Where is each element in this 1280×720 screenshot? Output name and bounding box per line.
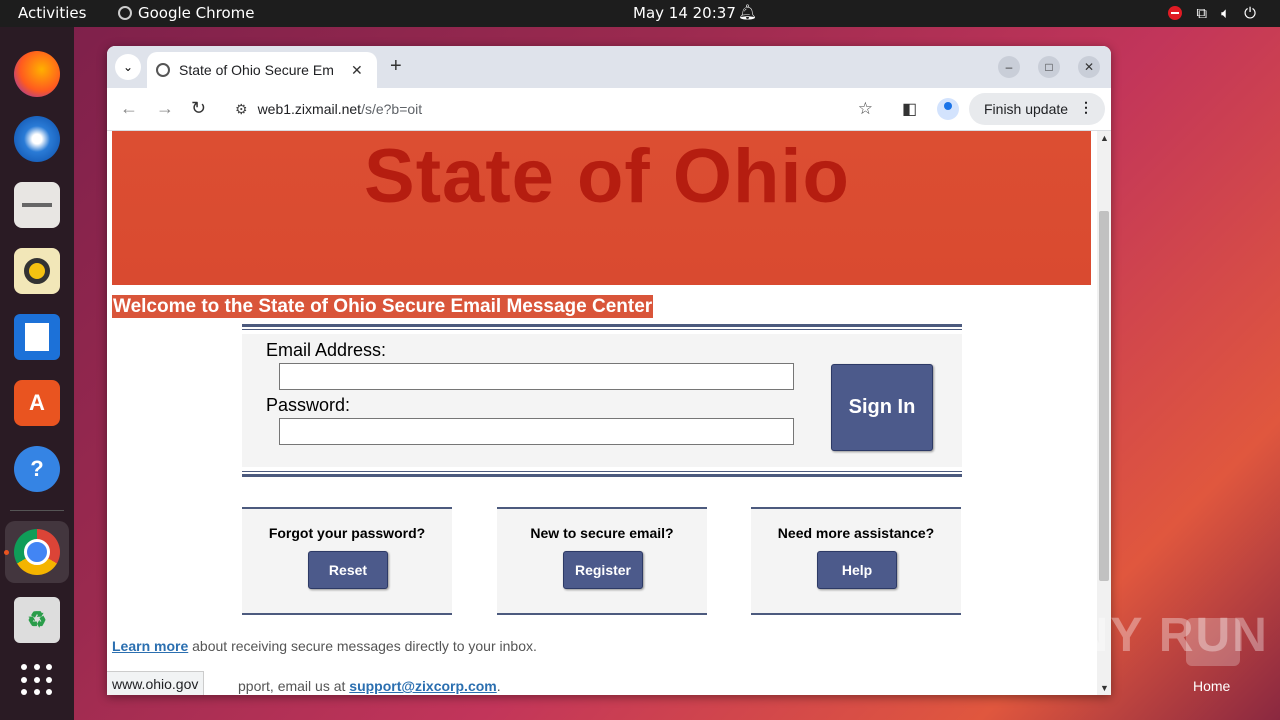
files-icon[interactable]	[14, 182, 60, 228]
help-button[interactable]: Help	[817, 551, 897, 589]
chrome-icon[interactable]	[14, 529, 60, 575]
dock-separator	[10, 510, 64, 511]
banner-title: State of Ohio	[364, 134, 850, 219]
sign-in-button[interactable]: Sign In	[831, 364, 933, 451]
scrollbar-thumb[interactable]	[1099, 211, 1109, 581]
back-button[interactable]: ←	[120, 98, 138, 119]
profile-avatar[interactable]	[937, 98, 959, 120]
power-icon: ⏻	[1244, 4, 1256, 22]
app-menu[interactable]: Google Chrome	[118, 4, 255, 22]
password-field[interactable]	[279, 418, 794, 445]
tab-search-button[interactable]: ⌄	[115, 54, 141, 80]
home-folder-label: Home	[1193, 678, 1231, 694]
firefox-icon[interactable]	[14, 51, 60, 97]
status-url-bubble: www.ohio.gov	[107, 671, 205, 695]
divider	[242, 324, 962, 327]
side-panel-icon[interactable]: ◧	[902, 99, 917, 119]
address-bar[interactable]: ⚙ web1.zixmail.net/s/e?b=oit ☆	[225, 93, 883, 125]
new-tab-button[interactable]: +	[390, 55, 402, 78]
running-indicator	[4, 550, 9, 555]
support-email-link[interactable]: support@zixcorp.com	[349, 678, 496, 694]
reload-button[interactable]: ↻	[191, 98, 206, 119]
password-label: Password:	[266, 395, 351, 415]
maximize-button[interactable]: □	[1038, 56, 1060, 78]
panel-question: Need more assistance?	[777, 525, 935, 541]
divider	[242, 471, 962, 472]
learn-more-link[interactable]: Learn more	[112, 638, 188, 654]
scroll-up-icon[interactable]: ▲	[1100, 133, 1109, 143]
tab-strip: ⌄ State of Ohio Secure Em ✕ + – □ ✕	[107, 46, 1111, 88]
login-form: Email Address: Password: Sign In	[242, 324, 962, 478]
tab-active[interactable]: State of Ohio Secure Em ✕	[147, 52, 377, 88]
tab-title: State of Ohio Secure Em	[179, 62, 334, 78]
clock[interactable]: May 14 20:37	[633, 4, 736, 22]
forward-button[interactable]: →	[156, 98, 174, 119]
thunderbird-icon[interactable]	[14, 116, 60, 162]
learn-more-description: about receiving secure messages directly…	[188, 638, 537, 654]
scroll-down-icon[interactable]: ▼	[1100, 683, 1109, 693]
app-center-icon[interactable]: A	[14, 380, 60, 426]
network-icon: ⧉	[1196, 4, 1208, 22]
top-bar: Activities Google Chrome May 14 20:37 🔔︎…	[0, 0, 1280, 27]
learn-more-text: Learn more about receiving secure messag…	[112, 638, 537, 654]
rhythmbox-icon[interactable]	[14, 248, 60, 294]
site-globe-icon	[156, 63, 170, 77]
app-name: Google Chrome	[138, 4, 255, 22]
libreoffice-writer-icon[interactable]	[14, 314, 60, 360]
email-field[interactable]	[279, 363, 794, 390]
register-button[interactable]: Register	[563, 551, 643, 589]
do-not-disturb-icon	[1168, 6, 1183, 20]
bell-icon: 🔔︎	[738, 3, 758, 21]
forgot-password-panel: Forgot your password? Reset	[242, 507, 452, 615]
minimize-button[interactable]: –	[998, 56, 1020, 78]
panel-question: New to secure email?	[530, 525, 674, 541]
close-tab-icon[interactable]: ✕	[351, 62, 363, 79]
chrome-small-icon	[118, 6, 132, 20]
register-panel: New to secure email? Register	[497, 507, 707, 615]
email-label: Email Address:	[266, 340, 387, 360]
close-window-button[interactable]: ✕	[1078, 56, 1100, 78]
home-folder-icon[interactable]	[1186, 618, 1240, 666]
divider	[242, 329, 962, 330]
bookmark-star-icon[interactable]: ☆	[858, 99, 873, 119]
welcome-heading: Welcome to the State of Ohio Secure Emai…	[112, 295, 654, 318]
assistance-panel: Need more assistance? Help	[751, 507, 961, 615]
ohio-banner: State of Ohio	[112, 131, 1091, 285]
finish-update-label: Finish update	[984, 101, 1069, 117]
url-text: web1.zixmail.net/s/e?b=oit	[257, 101, 423, 117]
trash-icon[interactable]: ♻	[14, 597, 60, 643]
divider	[242, 474, 962, 477]
reset-button[interactable]: Reset	[308, 551, 388, 589]
panel-question: Forgot your password?	[268, 525, 426, 541]
browser-window: ⌄ State of Ohio Secure Em ✕ + – □ ✕ ← → …	[107, 46, 1111, 695]
volume-icon: 🔈︎	[1221, 4, 1231, 22]
system-tray[interactable]: ⧉ 🔈︎ ⏻	[1168, 4, 1256, 22]
support-end: .	[496, 678, 501, 694]
browser-toolbar: ← → ↻ ⚙ web1.zixmail.net/s/e?b=oit ☆ ◧ F…	[107, 88, 1111, 131]
finish-update-button[interactable]: Finish update ⋮	[969, 93, 1105, 125]
support-description: pport, email us at	[238, 678, 350, 694]
help-icon[interactable]: ?	[14, 446, 60, 492]
activities-button[interactable]: Activities	[18, 4, 86, 22]
chevron-down-icon: ⌄	[122, 60, 134, 74]
menu-dots-icon: ⋮	[1079, 99, 1093, 115]
show-apps-icon[interactable]	[21, 664, 53, 696]
dock: A ? ♻	[0, 27, 74, 720]
web-page: State of Ohio Welcome to the State of Oh…	[107, 131, 1097, 695]
site-info-icon[interactable]: ⚙	[235, 101, 248, 118]
